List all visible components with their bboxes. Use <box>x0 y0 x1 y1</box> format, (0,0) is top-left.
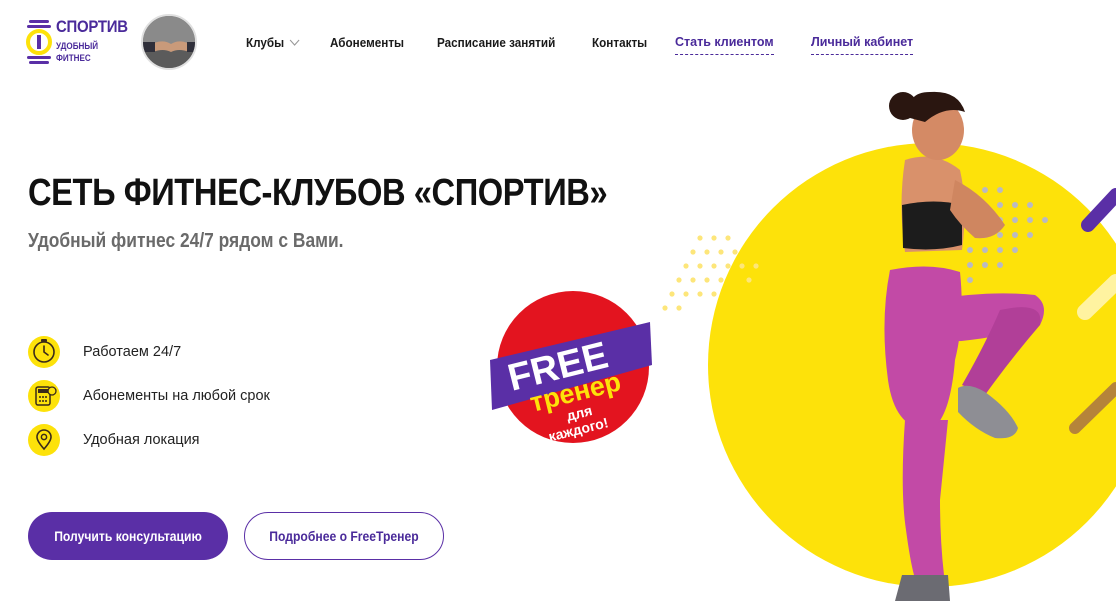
feature-item: Удобная локация <box>28 418 270 462</box>
nav-clubs[interactable]: Клубы <box>246 35 300 50</box>
nav-subscriptions[interactable]: Абонементы <box>330 35 404 50</box>
handshake-photo <box>143 16 195 68</box>
get-consultation-label: Получить консультацию <box>54 528 202 544</box>
nav-contacts[interactable]: Контакты <box>592 35 647 50</box>
nav-clubs-label: Клубы <box>246 35 285 50</box>
athlete-figure <box>884 91 1044 601</box>
account-link[interactable]: Личный кабинет <box>811 35 914 55</box>
get-consultation-button[interactable]: Получить консультацию <box>28 512 228 560</box>
dots-left-shape <box>662 235 759 311</box>
logo-subtitle-line1: УДОБНЫЙ <box>56 41 99 51</box>
free-trainer-info-label: Подробнее о FreeТренер <box>269 528 419 544</box>
nav-schedule[interactable]: Расписание занятий <box>437 35 555 50</box>
chevron-down-icon <box>290 39 300 46</box>
yellow-circle-shape <box>708 143 1116 587</box>
badge-line-free: FREE <box>504 334 613 399</box>
badge-line-everyone: каждого! <box>547 414 610 444</box>
badge-line-for: для <box>565 402 594 424</box>
brand-logo[interactable]: СПОРТИВ УДОБНЫЙ ФИТНЕС <box>26 16 128 66</box>
clock-icon <box>28 336 60 368</box>
logo-subtitle-line2: ФИТНЕС <box>56 53 91 63</box>
logo-mark-icon <box>26 20 52 64</box>
page-subtitle: Удобный фитнес 24/7 рядом с Вами. <box>28 230 344 252</box>
hero-illustration: FREE тренер для каждого! <box>490 91 1116 601</box>
feature-text: Абонементы на любой срок <box>83 388 270 404</box>
avatar[interactable] <box>141 14 197 70</box>
logo-title: СПОРТИВ <box>56 17 128 36</box>
badge-line-trainer: тренер <box>527 366 624 418</box>
logo-subtitle: УДОБНЫЙ ФИТНЕС <box>56 40 98 64</box>
main-nav: Клубы Абонементы Расписание занятий Конт… <box>246 35 677 50</box>
calculator-icon <box>28 380 60 412</box>
feature-text: Работаем 24/7 <box>83 344 182 360</box>
feature-item: Работаем 24/7 <box>28 330 270 374</box>
purple-bar-shape <box>1081 188 1116 232</box>
free-trainer-badge: FREE тренер для каждого! <box>490 291 652 445</box>
dots-right-shape <box>952 187 1048 283</box>
page-title: СЕТЬ ФИТНЕС-КЛУБОВ «СПОРТИВ» <box>28 172 608 214</box>
feature-item: Абонементы на любой срок <box>28 374 270 418</box>
brown-bar-shape <box>1069 382 1116 434</box>
pale-bar-shape <box>1077 274 1116 320</box>
free-trainer-info-button[interactable]: Подробнее о FreeТренер <box>244 512 444 560</box>
feature-text: Удобная локация <box>83 432 200 448</box>
features-list: Работаем 24/7 Абонементы на любой срок У… <box>28 330 270 462</box>
become-client-link[interactable]: Стать клиентом <box>675 35 774 55</box>
location-pin-icon <box>28 424 60 456</box>
